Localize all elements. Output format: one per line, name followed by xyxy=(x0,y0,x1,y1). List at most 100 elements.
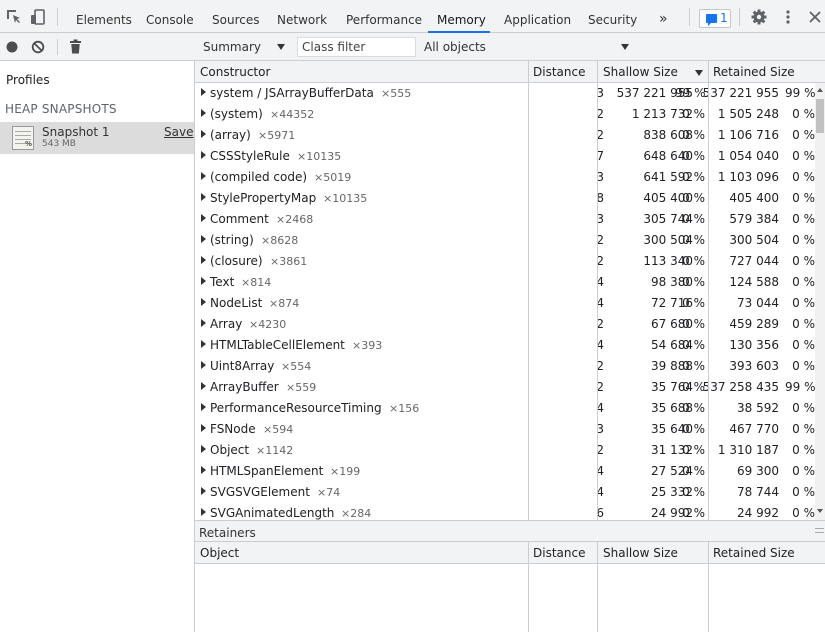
distance-cell: 8 xyxy=(596,191,604,205)
scroll-down-icon[interactable] xyxy=(817,509,823,513)
table-row[interactable]: SVGSVGElement ×74 4 25 332 0 % 78 744 0 % xyxy=(195,482,815,503)
expand-triangle-icon[interactable] xyxy=(201,193,206,201)
more-tabs-button[interactable]: » xyxy=(659,0,668,33)
clear-icon[interactable] xyxy=(31,40,45,54)
objects-select[interactable]: All objects xyxy=(424,40,486,54)
expand-triangle-icon[interactable] xyxy=(201,487,206,495)
grid-scrollbar[interactable] xyxy=(815,83,825,520)
table-row[interactable]: StylePropertyMap ×10135 8 405 400 0 % 405 400… xyxy=(195,188,815,209)
tab-console[interactable]: Console xyxy=(146,0,194,33)
table-row[interactable]: PerformanceResourceTiming ×156 4 35 688 0 % 3… xyxy=(195,398,815,419)
expand-triangle-icon[interactable] xyxy=(201,508,206,516)
expand-triangle-icon[interactable] xyxy=(201,298,206,306)
tab-memory[interactable]: Memory xyxy=(437,0,486,33)
expand-triangle-icon[interactable] xyxy=(201,340,206,348)
column-constructor[interactable]: Constructor xyxy=(200,65,270,79)
table-row[interactable]: HTMLTableCellElement ×393 4 54 684 0 % 130 35… xyxy=(195,335,815,356)
instance-count: ×284 xyxy=(341,507,372,520)
profiles-sidebar: Profiles HEAP SNAPSHOTS % Snapshot 1 543… xyxy=(0,61,195,632)
column-retained-size[interactable]: Retained Size xyxy=(713,65,795,79)
scroll-up-icon[interactable] xyxy=(817,88,823,92)
column-shallow-size[interactable]: Shallow Size xyxy=(603,546,678,560)
expand-triangle-icon[interactable] xyxy=(201,214,206,222)
snapshot-size: 543 MB xyxy=(42,139,76,149)
column-retained-size[interactable]: Retained Size xyxy=(713,546,795,560)
trash-icon[interactable] xyxy=(69,39,82,54)
expand-triangle-icon[interactable] xyxy=(201,445,206,453)
table-row[interactable]: HTMLSpanElement ×199 4 27 524 0 % 69 300 0 % xyxy=(195,461,815,482)
table-row[interactable]: ArrayBuffer ×559 2 35 764 0 % 537 258 435 99 % xyxy=(195,377,815,398)
expand-triangle-icon[interactable] xyxy=(201,235,206,243)
tab-network[interactable]: Network xyxy=(277,0,327,33)
retained-size-cell: 579 384 xyxy=(729,212,779,226)
tab-application[interactable]: Application xyxy=(504,0,571,33)
column-distance[interactable]: Distance xyxy=(533,546,585,560)
tab-performance[interactable]: Performance xyxy=(346,0,422,33)
constructor-name: Text xyxy=(210,275,235,289)
column-object[interactable]: Object xyxy=(200,546,239,560)
tab-security[interactable]: Security xyxy=(588,0,637,33)
kebab-menu-icon[interactable] xyxy=(779,8,797,26)
tab-elements[interactable]: Elements xyxy=(76,0,132,33)
toolbar-divider xyxy=(57,39,58,55)
expand-triangle-icon[interactable] xyxy=(201,109,206,117)
column-distance[interactable]: Distance xyxy=(533,65,585,79)
table-row[interactable]: (closure) ×3861 2 113 340 0 % 727 044 0 % xyxy=(195,251,815,272)
retained-size-cell: 1 054 040 xyxy=(717,149,779,163)
table-row[interactable]: Uint8Array ×554 2 39 888 0 % 393 603 0 % xyxy=(195,356,815,377)
chevron-down-icon[interactable] xyxy=(621,44,629,50)
issues-badge[interactable]: 1 xyxy=(699,9,731,28)
expand-triangle-icon[interactable] xyxy=(201,466,206,474)
retainers-panel-header[interactable]: Retainers xyxy=(195,520,825,542)
expand-triangle-icon[interactable] xyxy=(201,319,206,327)
retained-size-cell: 1 310 187 xyxy=(717,443,779,457)
retained-percent-cell: 0 % xyxy=(792,212,815,226)
expand-triangle-icon[interactable] xyxy=(201,151,206,159)
table-row[interactable]: Text ×814 4 98 380 0 % 124 588 0 % xyxy=(195,272,815,293)
expand-triangle-icon[interactable] xyxy=(201,256,206,264)
table-row[interactable]: (system) ×44352 2 1 213 732 0 % 1 505 248 0 % xyxy=(195,104,815,125)
table-row[interactable]: NodeList ×874 4 72 716 0 % 73 044 0 % xyxy=(195,293,815,314)
expand-triangle-icon[interactable] xyxy=(201,88,206,96)
tab-sources[interactable]: Sources xyxy=(212,0,259,33)
table-row[interactable]: Array ×4230 2 67 680 0 % 459 289 0 % xyxy=(195,314,815,335)
gear-icon[interactable] xyxy=(750,8,768,26)
distance-cell: 7 xyxy=(596,149,604,163)
close-icon[interactable] xyxy=(806,8,824,26)
constructor-name: HTMLTableCellElement xyxy=(210,338,345,352)
class-filter-input[interactable] xyxy=(297,37,416,57)
record-icon[interactable] xyxy=(5,40,19,54)
table-row[interactable]: CSSStyleRule ×10135 7 648 640 0 % 1 054 040 0 … xyxy=(195,146,815,167)
save-snapshot-link[interactable]: Save xyxy=(164,125,193,139)
table-row[interactable]: Comment ×2468 3 305 744 0 % 579 384 0 % xyxy=(195,209,815,230)
distance-cell: 4 xyxy=(596,464,604,478)
table-row[interactable]: (compiled code) ×5019 3 641 592 0 % 1 103 096… xyxy=(195,167,815,188)
inspect-element-icon[interactable] xyxy=(5,8,23,26)
expand-triangle-icon[interactable] xyxy=(201,172,206,180)
snapshot-item[interactable]: % Snapshot 1 543 MB Save xyxy=(0,122,194,154)
expand-triangle-icon[interactable] xyxy=(201,130,206,138)
retained-size-cell: 38 592 xyxy=(737,401,779,415)
expand-triangle-icon[interactable] xyxy=(201,424,206,432)
retained-percent-cell: 0 % xyxy=(792,485,815,499)
table-row[interactable]: (array) ×5971 2 838 608 0 % 1 106 716 0 % xyxy=(195,125,815,146)
view-select[interactable]: Summary xyxy=(203,40,261,54)
table-row[interactable]: system / JSArrayBufferData ×555 3 537 221 9… xyxy=(195,83,815,104)
resize-handle-icon[interactable] xyxy=(815,528,824,533)
table-row[interactable]: SVGAnimatedLength ×284 6 24 992 0 % 24 992 0 % xyxy=(195,503,815,520)
table-row[interactable]: (string) ×8628 2 300 504 0 % 300 504 0 % xyxy=(195,230,815,251)
chevron-down-icon[interactable] xyxy=(277,44,285,50)
scrollbar-thumb[interactable] xyxy=(816,99,824,133)
table-row[interactable]: Object ×1142 2 31 132 0 % 1 310 187 0 % xyxy=(195,440,815,461)
table-row[interactable]: FSNode ×594 3 35 640 0 % 467 770 0 % xyxy=(195,419,815,440)
sort-descending-icon[interactable] xyxy=(695,70,703,76)
retained-percent-cell: 0 % xyxy=(792,443,815,457)
expand-triangle-icon[interactable] xyxy=(201,403,206,411)
expand-triangle-icon[interactable] xyxy=(201,382,206,390)
device-toggle-icon[interactable] xyxy=(29,8,47,26)
expand-triangle-icon[interactable] xyxy=(201,277,206,285)
constructor-name: CSSStyleRule xyxy=(210,149,290,163)
instance-count: ×5971 xyxy=(258,129,296,142)
column-shallow-size[interactable]: Shallow Size xyxy=(603,65,678,79)
expand-triangle-icon[interactable] xyxy=(201,361,206,369)
